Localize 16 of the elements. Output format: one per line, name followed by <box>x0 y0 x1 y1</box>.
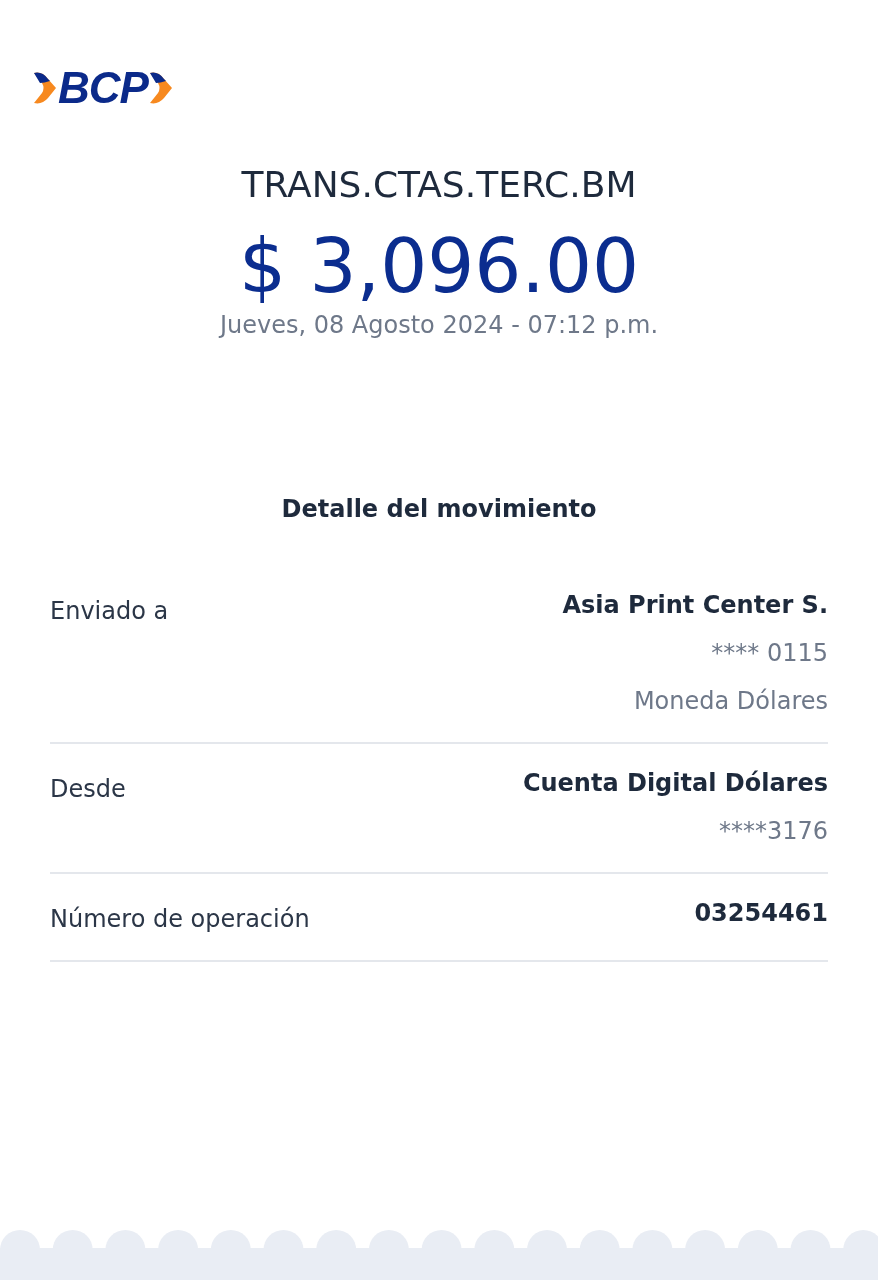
detail-value: Asia Print Center S. <box>562 590 828 621</box>
transaction-title: TRANS.CTAS.TERC.BM <box>240 163 638 207</box>
chevron-icon <box>34 71 56 105</box>
detail-value: **** 0115 <box>711 638 828 669</box>
section-title: Detalle del movimiento <box>280 494 598 525</box>
detail-label: Desde <box>50 774 126 805</box>
detail-label: Enviado a <box>50 596 169 627</box>
amount: $ 3,096.00 <box>237 224 641 308</box>
detail-value: 03254461 <box>694 898 828 929</box>
bank-logo: BCP <box>58 66 148 110</box>
date-time: Jueves, 08 Agosto 2024 - 07:12 p.m. <box>217 310 660 341</box>
chevron-icon <box>149 71 172 105</box>
detail-label: Número de operación <box>50 904 310 935</box>
detail-value: ****3176 <box>718 816 828 847</box>
detail-value: Cuenta Digital Dólares <box>522 768 828 799</box>
detail-value: Moneda Dólares <box>633 686 828 717</box>
